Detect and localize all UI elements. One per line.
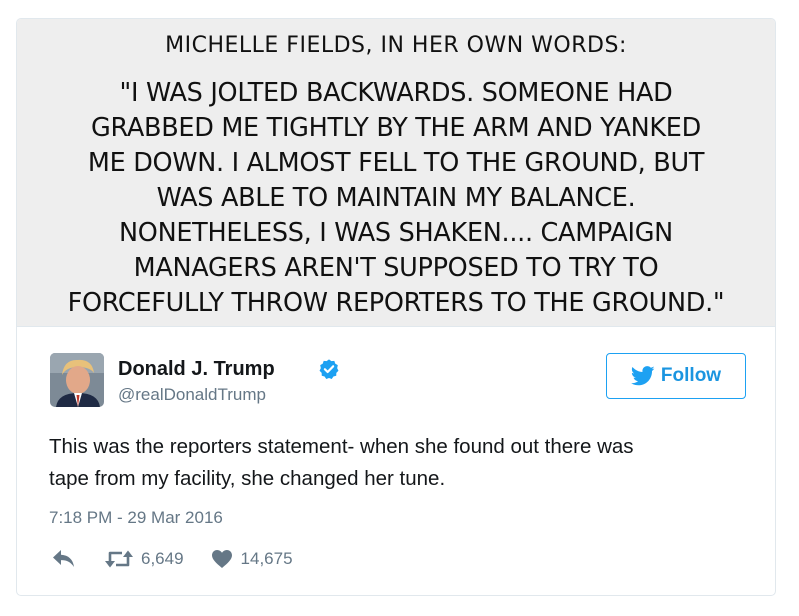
quote-image: MICHELLE FIELDS, IN HER OWN WORDS: "I WA…	[17, 19, 775, 327]
tweet-card: MICHELLE FIELDS, IN HER OWN WORDS: "I WA…	[16, 18, 776, 596]
reply-icon	[53, 550, 74, 567]
like-button[interactable]: 14,675	[211, 549, 293, 569]
quote-line: FORCEFULLY THROW REPORTERS TO THE GROUND…	[67, 288, 725, 318]
tweet-actions: 6,649 14,675	[49, 547, 293, 571]
tweet-line: This was the reporters statement- when s…	[49, 435, 634, 458]
quote-line: WAS ABLE TO MAINTAIN MY BALANCE.	[156, 183, 636, 213]
avatar[interactable]	[50, 353, 104, 407]
tweet-text: This was the reporters statement- when s…	[49, 431, 759, 495]
quote-line: MANAGERS AREN'T SUPPOSED TO TRY TO	[133, 253, 659, 283]
quote-line: ME DOWN. I ALMOST FELL TO THE GROUND, BU…	[87, 148, 705, 178]
heart-icon	[211, 550, 232, 568]
twitter-bird-icon	[630, 366, 655, 386]
user-handle[interactable]: @realDonaldTrump	[118, 385, 266, 405]
reply-button[interactable]	[53, 550, 75, 568]
retweet-icon	[105, 550, 133, 568]
quote-line: GRABBED ME TIGHTLY BY THE ARM AND YANKED	[91, 113, 701, 143]
like-count: 14,675	[240, 549, 293, 568]
tweet-line: tape from my facility, she changed her t…	[49, 467, 446, 490]
retweet-button[interactable]: 6,649	[105, 549, 184, 569]
retweet-count: 6,649	[141, 549, 184, 568]
quote-body: "I WAS JOLTED BACKWARDS. SOMEONE HAD GRA…	[25, 76, 767, 321]
display-name[interactable]: Donald J. Trump	[118, 358, 275, 381]
quote-line: NONETHELESS, I WAS SHAKEN.... CAMPAIGN	[119, 218, 673, 248]
quote-line: "I WAS JOLTED BACKWARDS. SOMEONE HAD	[119, 78, 673, 108]
tweet-timestamp[interactable]: 7:18 PM - 29 Mar 2016	[49, 508, 223, 528]
follow-button[interactable]: Follow	[606, 353, 746, 399]
follow-label: Follow	[660, 365, 722, 386]
quote-title: MICHELLE FIELDS, IN HER OWN WORDS:	[165, 33, 627, 58]
verified-badge-icon	[319, 359, 339, 379]
